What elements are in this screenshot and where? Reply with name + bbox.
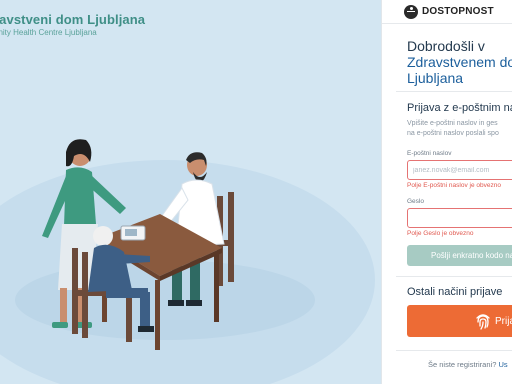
email-field[interactable] (407, 160, 512, 180)
fingerprint-login-button[interactable]: Prijava s (407, 305, 512, 337)
divider (396, 350, 512, 351)
divider (396, 276, 512, 277)
welcome-line-3: Ljubljana (407, 70, 464, 86)
register-text: Še niste registrirani? (428, 360, 497, 369)
divider (396, 91, 512, 92)
hero-illustration-area: ravstveni dom Ljubljana unity Health Cen… (0, 0, 381, 384)
description-line-2: na e-poštni naslov poslali spo (407, 130, 499, 137)
email-login-title: Prijava z e-poštnim nas (407, 102, 512, 114)
email-field-label: E-poštni naslov (407, 150, 452, 157)
welcome-line-2: Zdravstvenem do (407, 54, 512, 70)
fingerprint-button-label: Prijava s (495, 315, 512, 327)
accessibility-label: DOSTOPNOST (422, 6, 494, 17)
email-error-message: Polje E-poštni naslov je obvezno (407, 182, 501, 189)
description-line-1: Vpišite e-poštni naslov in ges (407, 120, 498, 127)
doctor-patient-illustration (0, 139, 375, 384)
fingerprint-icon (476, 314, 490, 330)
email-login-description: Vpišite e-poštni naslov in ges na e-pošt… (407, 119, 499, 139)
register-link[interactable]: Us (498, 360, 507, 369)
accessibility-icon (404, 4, 418, 19)
clinic-logo-title: ravstveni dom Ljubljana (0, 12, 146, 27)
clinic-logo-subtitle: unity Health Centre Ljubljana (0, 28, 97, 37)
accessibility-button[interactable]: DOSTOPNOST (382, 0, 512, 24)
password-error-message: Polje Geslo je obvezno (407, 230, 474, 237)
login-panel: DOSTOPNOST Dobrodošli v Zdravstvenem do … (381, 0, 512, 384)
other-login-title: Ostali načini prijave (407, 286, 503, 298)
password-field[interactable] (407, 208, 512, 228)
password-field-label: Geslo (407, 198, 424, 205)
send-code-button[interactable]: Pošlji enkratno kodo na (407, 245, 512, 266)
welcome-heading: Dobrodošli v Zdravstvenem do Ljubljana (407, 38, 512, 86)
register-prompt: Še niste registrirani? Us (428, 360, 508, 369)
welcome-line-1: Dobrodošli v (407, 38, 485, 54)
